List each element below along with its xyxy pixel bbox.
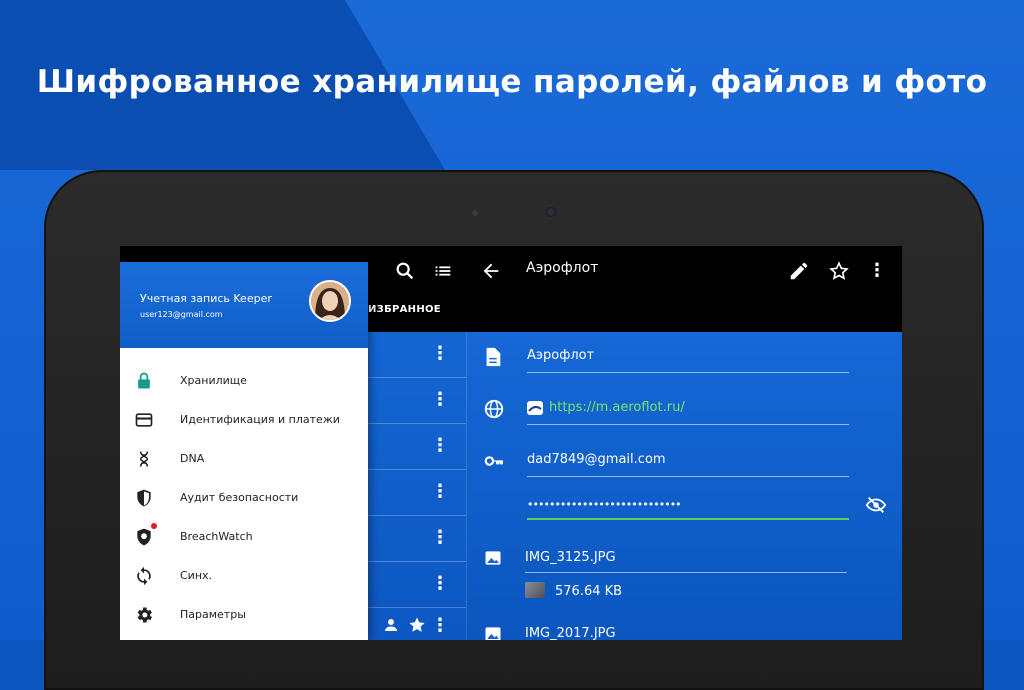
drawer-item-dna[interactable]: DNA <box>120 440 368 479</box>
list-item[interactable]: ⋮ <box>368 608 466 640</box>
drawer-item-label: Хранилище <box>180 374 247 387</box>
drawer-item-label: Параметры <box>180 608 246 621</box>
drawer-item-breachwatch[interactable]: BreachWatch <box>120 518 368 557</box>
more-vert-icon[interactable]: ⋮ <box>430 390 450 410</box>
search-icon[interactable] <box>394 260 416 282</box>
attachment-name[interactable]: IMG_3125.JPG <box>525 550 616 565</box>
document-icon <box>483 346 505 368</box>
field-underline <box>527 476 849 477</box>
tablet-camera <box>546 207 556 217</box>
drawer-item-vault[interactable]: Хранилище <box>120 362 368 401</box>
drawer-item-settings[interactable]: Параметры <box>120 596 368 635</box>
list-item[interactable]: ⋮ <box>368 470 466 516</box>
shield-icon <box>134 488 154 508</box>
list-item[interactable]: ⋮ <box>368 516 466 562</box>
credit-card-icon <box>134 410 154 430</box>
record-detail: Аэрофлот https://m.aeroflot.ru/ dad7849@… <box>466 332 902 640</box>
account-email: user123@gmail.com <box>140 310 223 319</box>
drawer-item-sync[interactable]: Синх. <box>120 557 368 596</box>
drawer-item-identity-payments[interactable]: Идентификация и платежи <box>120 401 368 440</box>
login-field[interactable]: dad7849@gmail.com <box>527 452 666 467</box>
list-view-icon[interactable] <box>432 260 454 282</box>
record-title: Аэрофлот <box>526 260 599 276</box>
lock-icon <box>134 371 154 391</box>
more-vert-icon[interactable]: ⋮ <box>430 436 450 456</box>
dna-icon <box>134 449 154 469</box>
site-favicon-icon <box>527 401 543 415</box>
sync-icon <box>134 566 154 586</box>
key-icon <box>483 450 505 472</box>
promo-headline: Шифрованное хранилище паролей, файлов и … <box>36 64 988 100</box>
detail-toolbar: Аэрофлот ⋮ <box>466 246 902 332</box>
gear-icon <box>134 605 154 625</box>
notification-badge <box>151 523 157 529</box>
list-item[interactable]: ⋮ <box>368 332 466 378</box>
tablet-speaker <box>472 210 478 216</box>
drawer-item-label: Синх. <box>180 569 213 582</box>
list-item[interactable]: ⋮ <box>368 562 466 608</box>
globe-icon <box>483 398 505 420</box>
person-icon[interactable] <box>382 616 400 638</box>
drawer-item-label: BreachWatch <box>180 530 253 543</box>
attachment-size: 576.64 KB <box>555 584 623 599</box>
list-item[interactable]: ⋮ <box>368 378 466 424</box>
more-vert-icon[interactable]: ⋮ <box>866 260 888 282</box>
more-vert-icon[interactable]: ⋮ <box>430 528 450 548</box>
eye-off-icon[interactable] <box>865 494 887 516</box>
breachwatch-icon <box>134 527 154 547</box>
url-field[interactable]: https://m.aeroflot.ru/ <box>549 400 685 415</box>
field-underline <box>525 572 847 573</box>
attachment-name[interactable]: IMG_2017.JPG <box>525 626 616 640</box>
list-item[interactable]: ⋮ <box>368 424 466 470</box>
navigation-drawer: Учетная запись Keeper user123@gmail.com … <box>120 262 368 640</box>
more-vert-icon[interactable]: ⋮ <box>430 574 450 594</box>
more-vert-icon[interactable]: ⋮ <box>430 344 450 364</box>
password-field[interactable]: •••••••••••••••••••••••••••• <box>527 498 682 511</box>
more-vert-icon[interactable]: ⋮ <box>430 482 450 502</box>
drawer-header: Учетная запись Keeper user123@gmail.com <box>120 262 368 348</box>
app-screen: ИЗБРАННОЕ ⋮ ⋮ ⋮ ⋮ ⋮ ⋮ ⋮ Аэрофлот ⋮ Аэроф… <box>120 246 902 640</box>
drawer-item-label: DNA <box>180 452 205 465</box>
drawer-item-security-audit[interactable]: Аудит безопасности <box>120 479 368 518</box>
avatar[interactable] <box>309 280 351 322</box>
field-underline <box>527 424 849 425</box>
image-icon <box>483 548 505 570</box>
edit-pencil-icon[interactable] <box>788 260 810 282</box>
attachment-thumbnail[interactable] <box>525 582 545 598</box>
star-outline-icon[interactable] <box>828 260 850 282</box>
more-vert-icon[interactable]: ⋮ <box>430 616 450 636</box>
drawer-item-label: Аудит безопасности <box>180 491 299 504</box>
field-underline <box>527 372 849 373</box>
image-icon <box>483 624 505 640</box>
account-title: Учетная запись Keeper <box>140 292 272 305</box>
record-name-field[interactable]: Аэрофлот <box>527 348 594 363</box>
back-arrow-icon[interactable] <box>480 260 502 282</box>
tab-favorites[interactable]: ИЗБРАННОЕ <box>368 304 441 315</box>
drawer-item-label: Идентификация и платежи <box>180 413 340 426</box>
star-filled-icon[interactable] <box>408 616 426 638</box>
password-strength-bar <box>527 518 849 520</box>
